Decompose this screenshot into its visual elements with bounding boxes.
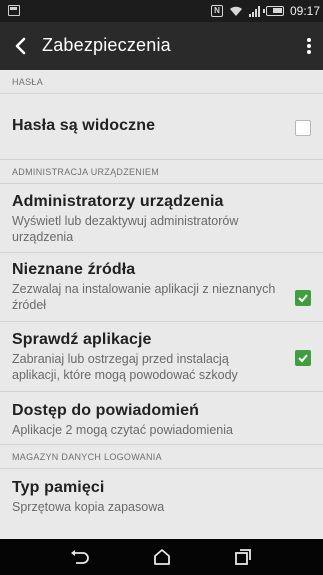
setting-title: Typ pamięci [12, 479, 105, 496]
setting-title: Sprawdź aplikacje [12, 331, 152, 348]
more-vertical-icon[interactable] [301, 34, 317, 58]
setting-title: Hasła są widoczne [12, 117, 156, 134]
setting-subtitle: Sprzętowa kopia zapasowa [12, 500, 165, 514]
setting-subtitle: Aplikacje 2 mogą czytać powiadomienia [12, 423, 233, 437]
setting-notification-access[interactable]: Dostęp do powiadomień Aplikacje 2 mogą c… [0, 392, 323, 445]
settings-list: HASŁA Hasła są widoczne ADMINISTRACJA UR… [0, 70, 323, 539]
setting-unknown-sources[interactable]: Nieznane źródła Zezwalaj na instalowanie… [0, 253, 323, 322]
setting-title: Dostęp do powiadomień [12, 402, 199, 419]
message-icon [8, 5, 20, 16]
app-bar: Zabezpieczenia [0, 22, 323, 70]
verify-apps-checkbox[interactable] [295, 350, 311, 366]
signal-icon [248, 5, 260, 17]
battery-icon [262, 6, 284, 16]
setting-title: Nieznane źródła [12, 261, 136, 278]
chevron-left-icon[interactable] [10, 34, 32, 58]
setting-subtitle: Zezwalaj na instalowanie aplikacji z nie… [12, 282, 276, 312]
section-header-storage: MAGAZYN DANYCH LOGOWANIA [0, 445, 323, 469]
checkmark-icon [298, 354, 308, 363]
home-icon[interactable] [150, 547, 174, 567]
section-header-admin: ADMINISTRACJA URZĄDZENIEM [0, 160, 323, 184]
back-arrow-icon[interactable] [67, 547, 91, 567]
status-bar: N 09:17 [0, 0, 323, 22]
page-title: Zabezpieczenia [42, 35, 171, 55]
setting-verify-apps[interactable]: Sprawdź aplikacje Zabraniaj lub ostrzega… [0, 322, 323, 392]
setting-subtitle: Zabraniaj lub ostrzegaj przed instalacją… [12, 352, 238, 382]
passwords-visible-checkbox[interactable] [295, 120, 311, 136]
nfc-icon: N [210, 5, 223, 17]
clock: 09:17 [289, 4, 320, 18]
setting-subtitle: Wyświetl lub dezaktywuj administratorów … [12, 214, 239, 244]
setting-device-admins[interactable]: Administratorzy urządzenia Wyświetl lub … [0, 184, 323, 253]
section-header-hasla: HASŁA [0, 70, 323, 94]
wifi-icon [229, 6, 242, 16]
setting-title: Administratorzy urządzenia [12, 193, 224, 210]
checkmark-icon [298, 294, 308, 303]
recents-icon[interactable] [231, 547, 255, 567]
setting-passwords-visible[interactable]: Hasła są widoczne [0, 94, 323, 160]
unknown-sources-checkbox[interactable] [295, 290, 311, 306]
navigation-bar [0, 539, 323, 575]
setting-storage-type[interactable]: Typ pamięci Sprzętowa kopia zapasowa [0, 469, 323, 529]
status-icons: N 09:17 [210, 3, 320, 19]
